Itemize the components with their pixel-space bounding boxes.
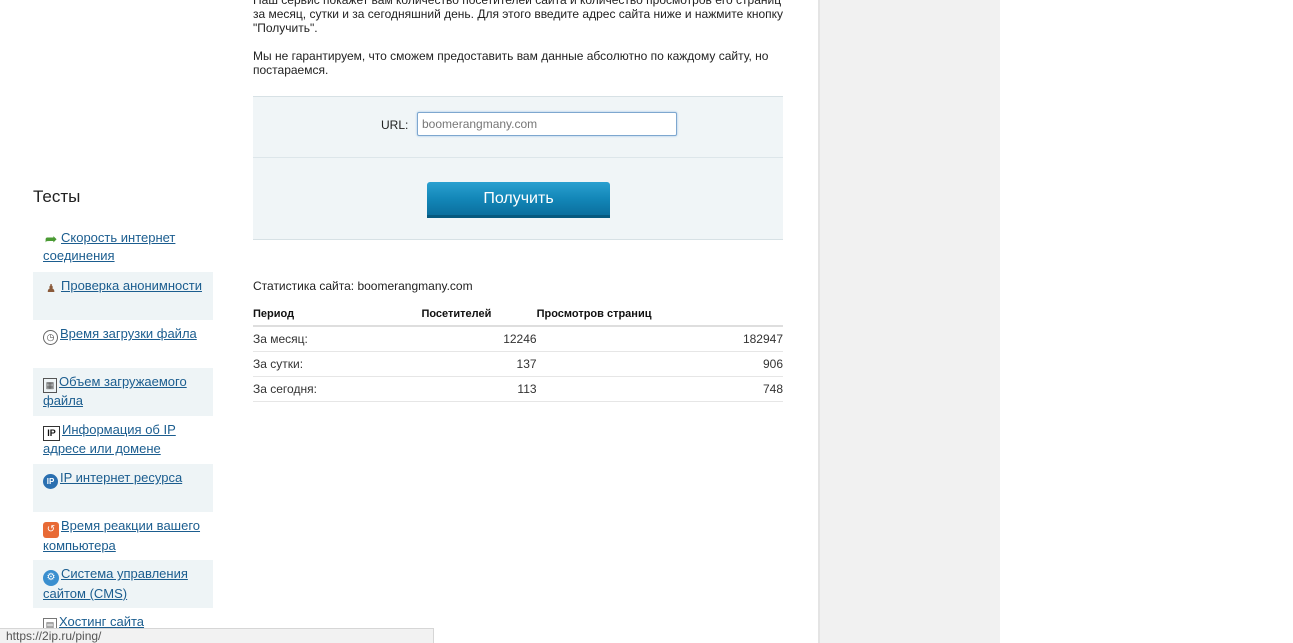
visitors-cell: 12246	[421, 326, 537, 352]
sidebar-link-hosting[interactable]: Хостинг сайта	[59, 614, 144, 629]
views-cell: 906	[536, 351, 783, 377]
sidebar-tests-list: ➦ Скорость интернет соединения ♟ Проверка …	[33, 224, 223, 643]
intro-text: Наш сервис покажет вам количество посети…	[253, 0, 793, 91]
ip-box-icon: IP	[43, 426, 60, 441]
intro-paragraph-1: Наш сервис покажет вам количество посети…	[253, 0, 784, 35]
sidebar-item-ip-info: IP Информация об IP адресе или домене	[33, 416, 213, 464]
sidebar-link-cms[interactable]: Система управления сайтом (CMS)	[43, 566, 188, 601]
right-side-panel	[818, 0, 1000, 643]
sidebar-link-resource-ip[interactable]: IP интернет ресурса	[60, 470, 182, 485]
column-header-period: Период	[253, 302, 422, 327]
visitors-cell: 137	[421, 351, 537, 377]
table-row: За сутки: 137 906	[253, 351, 783, 377]
sidebar-link-reaction-time[interactable]: Время реакции вашего компьютера	[43, 518, 200, 553]
sidebar-item-download-time: ◷ Время загрузки файла	[33, 320, 213, 368]
stats-title: Статистика сайта: boomerangmany.com	[253, 279, 473, 293]
period-cell: За сутки:	[253, 351, 422, 377]
visitors-cell: 113	[421, 376, 537, 402]
ip-circle-icon: IP	[43, 474, 58, 489]
column-header-visitors: Посетителей	[421, 302, 537, 327]
sidebar-item-cms: ⚙ Система управления сайтом (CMS)	[33, 560, 213, 608]
period-cell: За сегодня:	[253, 376, 422, 402]
url-label: URL:	[381, 118, 409, 132]
file-size-icon: ▦	[43, 378, 57, 393]
table-row: За сегодня: 113 748	[253, 376, 783, 402]
url-input[interactable]	[417, 112, 677, 136]
stats-header-row: Период Посетителей Просмотров страниц	[253, 302, 783, 327]
sidebar-link-anonymity[interactable]: Проверка анонимности	[61, 278, 202, 293]
cms-icon: ⚙	[43, 570, 59, 586]
sidebar-link-download-time[interactable]: Время загрузки файла	[60, 326, 197, 341]
sidebar-item-resource-ip: IP IP интернет ресурса	[33, 464, 213, 512]
page: Наш сервис покажет вам количество посети…	[0, 0, 1293, 643]
sidebar-link-speed[interactable]: Скорость интернет соединения	[43, 230, 175, 263]
url-row: URL:	[253, 97, 783, 158]
views-cell: 182947	[536, 326, 783, 352]
stats-table: Период Посетителей Просмотров страниц За…	[253, 302, 783, 402]
get-button[interactable]: Получить	[427, 182, 610, 218]
period-cell: За месяц:	[253, 326, 422, 352]
sidebar-item-anonymity: ♟ Проверка анонимности	[33, 272, 213, 320]
sidebar-link-file-size[interactable]: Объем загружаемого файла	[43, 374, 187, 408]
sidebar-item-speed: ➦ Скорость интернет соединения	[33, 224, 213, 272]
speed-arrow-icon: ➦	[44, 231, 58, 248]
clock-icon: ◷	[43, 330, 58, 345]
browser-status-bar: https://2ip.ru/ping/	[0, 628, 434, 643]
sidebar-title: Тесты	[33, 187, 81, 206]
sidebar-link-ip-info[interactable]: Информация об IP адресе или домене	[43, 422, 176, 456]
intro-paragraph-2: Мы не гарантируем, что сможем предостави…	[253, 49, 769, 77]
views-cell: 748	[536, 376, 783, 402]
table-row: За месяц: 12246 182947	[253, 326, 783, 352]
anonymous-person-icon: ♟	[46, 283, 56, 295]
sidebar-item-reaction-time: ↺ Время реакции вашего компьютера	[33, 512, 213, 560]
column-header-views: Просмотров страниц	[536, 302, 783, 327]
url-form: URL: Получить	[253, 96, 783, 240]
reaction-icon: ↺	[43, 522, 59, 538]
sidebar-item-file-size: ▦ Объем загружаемого файла	[33, 368, 213, 416]
